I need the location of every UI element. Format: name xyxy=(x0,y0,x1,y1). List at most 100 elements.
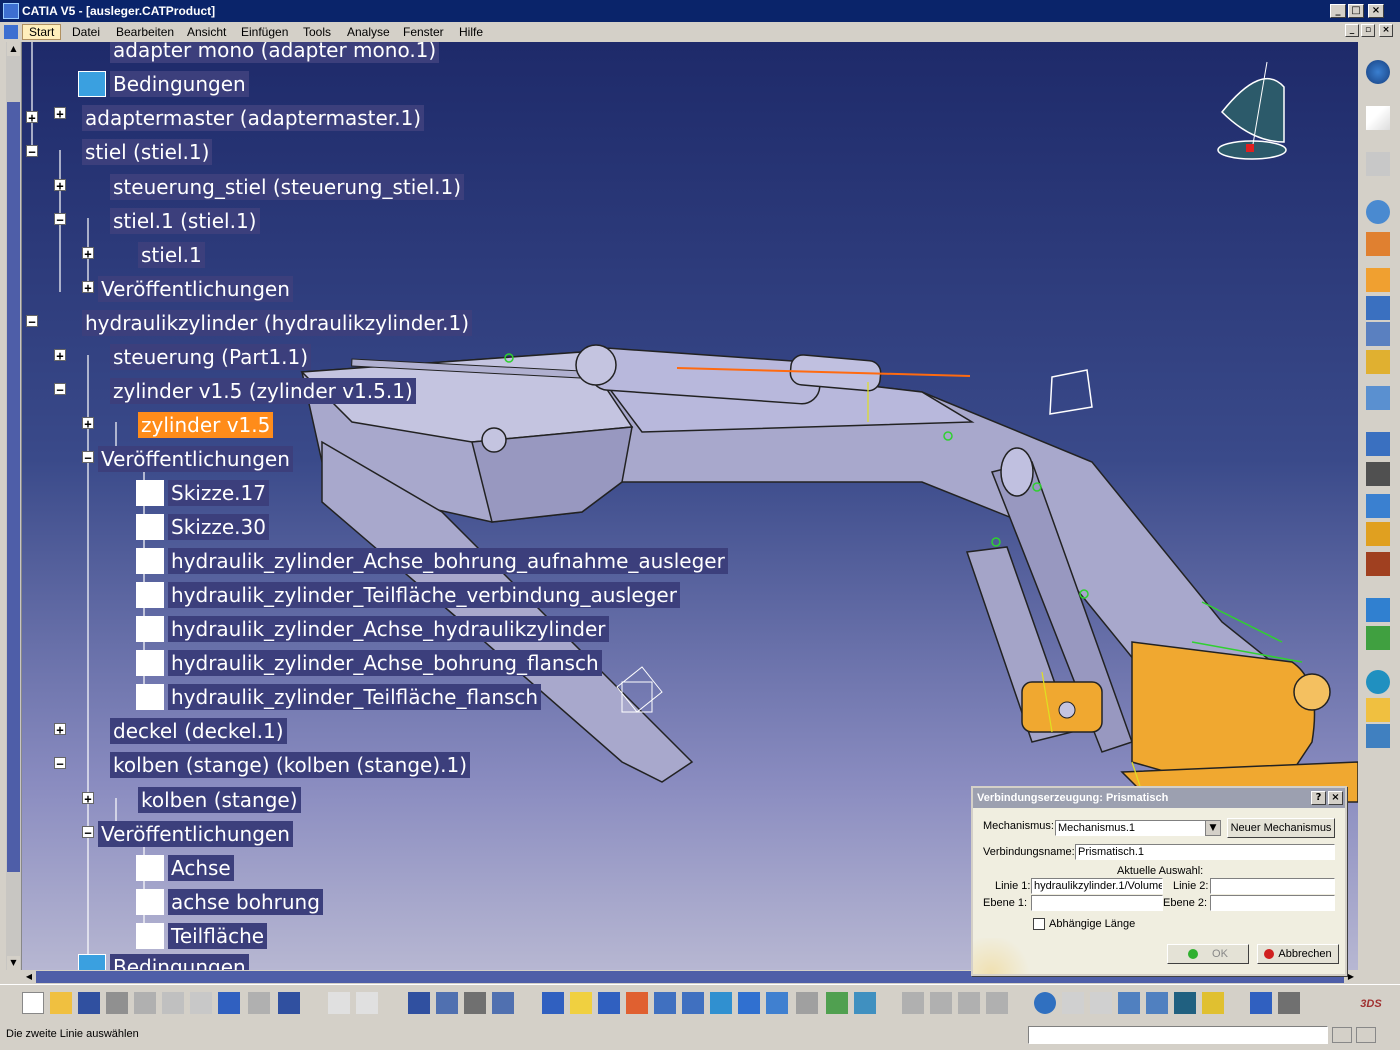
replay-icon[interactable] xyxy=(1366,462,1390,486)
search-icon[interactable] xyxy=(1118,992,1140,1014)
tree-node-stiel[interactable]: stiel (stiel.1) xyxy=(50,139,213,165)
simulation-icon[interactable] xyxy=(1366,386,1390,410)
tree-node-teilflaeche[interactable]: Teilfläche xyxy=(136,923,268,949)
collapse-icon[interactable]: − xyxy=(54,757,66,770)
linie2-input[interactable] xyxy=(1210,878,1335,894)
expand-icon[interactable]: + xyxy=(54,107,66,120)
speed-acceleration-icon[interactable] xyxy=(1366,522,1390,546)
tree-node-hydraulikzylinder[interactable]: hydraulikzylinder (hydraulikzylinder.1) xyxy=(50,310,473,336)
forward-icon[interactable] xyxy=(1090,992,1112,1014)
menu-ansicht[interactable]: Ansicht xyxy=(187,25,226,39)
fly-mode-icon[interactable] xyxy=(542,992,564,1014)
hide-show-icon[interactable] xyxy=(826,992,848,1014)
copy-icon[interactable] xyxy=(162,992,184,1014)
iso-view-icon[interactable] xyxy=(766,992,788,1014)
tree-node-kolben[interactable]: kolben (stange) xyxy=(106,787,301,813)
tree-node-adaptermaster[interactable]: adaptermaster (adaptermaster.1) xyxy=(50,105,425,131)
zoom-in-icon[interactable] xyxy=(654,992,676,1014)
gear-joint-icon[interactable] xyxy=(1366,322,1390,346)
abhaengige-laenge-checkbox[interactable] xyxy=(1033,918,1045,930)
law-icon[interactable] xyxy=(1366,698,1390,722)
open-folder-icon[interactable] xyxy=(50,992,72,1014)
compass-icon[interactable] xyxy=(1217,61,1287,160)
rotate-icon[interactable] xyxy=(626,992,648,1014)
tree-node-steuerung-stiel[interactable]: steuerung_stiel (steuerung_stiel.1) xyxy=(78,174,465,200)
tree-node-veroeffentlichungen[interactable]: Veröffentlichungen xyxy=(98,821,293,847)
prismatic-joint-icon[interactable] xyxy=(1366,232,1390,256)
tree-node-kolben-product[interactable]: kolben (stange) (kolben (stange).1) xyxy=(78,752,471,778)
rewind-icon[interactable] xyxy=(1062,992,1084,1014)
swept-volume-icon[interactable] xyxy=(1366,670,1390,694)
fit-all-icon[interactable] xyxy=(570,992,592,1014)
tree-node-zylinder-v15[interactable]: zylinder v1.5 xyxy=(106,412,274,438)
status-button-1[interactable] xyxy=(1332,1027,1352,1043)
trace-icon[interactable] xyxy=(1366,626,1390,650)
filter-icon[interactable] xyxy=(1146,992,1168,1014)
menu-datei[interactable]: Datei xyxy=(72,25,100,39)
save-icon[interactable] xyxy=(78,992,100,1014)
expand-icon[interactable]: + xyxy=(82,417,94,430)
paste-icon[interactable] xyxy=(190,992,212,1014)
flag-icon[interactable] xyxy=(1174,992,1196,1014)
menu-hilfe[interactable]: Hilfe xyxy=(459,25,483,39)
zoom-out-icon[interactable] xyxy=(682,992,704,1014)
help-button[interactable]: ? xyxy=(1311,791,1326,805)
menu-bearbeiten[interactable]: Bearbeiten xyxy=(116,25,174,39)
scroll-up-arrow[interactable]: ▲ xyxy=(7,42,20,56)
target-icon[interactable] xyxy=(1034,992,1056,1014)
scroll-down-arrow[interactable]: ▼ xyxy=(7,956,20,970)
verbindungsname-input[interactable]: Prismatisch.1 xyxy=(1075,844,1335,860)
doc-restore-button[interactable]: ▫ xyxy=(1361,24,1375,37)
tree-node-bedingungen[interactable]: Bedingungen xyxy=(78,71,249,97)
collapse-icon[interactable]: − xyxy=(54,383,66,396)
redo-icon[interactable] xyxy=(248,992,270,1014)
tree-node-skizze-30[interactable]: Skizze.30 xyxy=(136,514,269,540)
expand-icon[interactable]: + xyxy=(54,179,66,192)
select-arrow-icon[interactable] xyxy=(1366,106,1390,130)
abbrechen-button[interactable]: Abbrechen xyxy=(1257,944,1339,964)
tree-node-stiel-part[interactable]: stiel.1 xyxy=(106,242,205,268)
status-button-2[interactable] xyxy=(1356,1027,1376,1043)
tree-node-achse-bohrung-aufnahme[interactable]: hydraulik_zylinder_Achse_bohrung_aufnahm… xyxy=(136,548,728,574)
expand-icon[interactable]: + xyxy=(82,281,94,294)
tree-node-achse-bohrung-flansch[interactable]: hydraulik_zylinder_Achse_bohrung_flansch xyxy=(136,650,602,676)
measure-item-icon[interactable] xyxy=(958,992,980,1014)
compile-simulation-icon[interactable] xyxy=(1366,432,1390,456)
neuer-mechanismus-button[interactable]: Neuer Mechanismus xyxy=(1227,818,1335,838)
linie1-input[interactable]: hydraulikzylinder.1/Volume xyxy=(1031,878,1163,894)
menu-tools[interactable]: Tools xyxy=(303,25,331,39)
dialog-close-button[interactable]: × xyxy=(1328,791,1343,805)
mechanism-analysis-icon[interactable] xyxy=(1366,598,1390,622)
fixed-part-icon[interactable] xyxy=(1366,268,1390,292)
properties-icon[interactable] xyxy=(1278,992,1300,1014)
assembly-constraint-icon[interactable] xyxy=(1366,296,1390,320)
workbench-icon[interactable] xyxy=(1366,60,1390,84)
document-icon[interactable] xyxy=(4,25,18,39)
maximize-button[interactable]: □ xyxy=(1348,4,1364,18)
comment-icon[interactable] xyxy=(356,992,378,1014)
expand-icon[interactable]: + xyxy=(82,247,94,260)
measure-icon[interactable] xyxy=(902,992,924,1014)
menu-start[interactable]: Start xyxy=(22,24,62,40)
expand-icon[interactable]: + xyxy=(26,111,38,124)
expand-icon[interactable]: + xyxy=(54,723,66,736)
doc-close-button[interactable]: × xyxy=(1379,24,1393,37)
catalog-icon[interactable] xyxy=(492,992,514,1014)
formula-icon[interactable] xyxy=(328,992,350,1014)
revolute-joint-icon[interactable] xyxy=(1366,200,1390,224)
pan-icon[interactable] xyxy=(598,992,620,1014)
mechanismus-select[interactable]: Mechanismus.1 xyxy=(1055,820,1211,836)
collapse-icon[interactable]: − xyxy=(54,213,66,226)
multi-view-icon[interactable] xyxy=(738,992,760,1014)
minimize-button[interactable]: _ xyxy=(1330,4,1346,18)
tree-structure-icon[interactable] xyxy=(436,992,458,1014)
link-icon[interactable] xyxy=(1250,992,1272,1014)
sensor-icon[interactable] xyxy=(1366,494,1390,518)
chevron-down-icon[interactable]: ▼ xyxy=(1205,820,1221,836)
menu-analyse[interactable]: Analyse xyxy=(347,25,390,39)
doc-minimize-button[interactable]: _ xyxy=(1345,24,1359,37)
print-icon[interactable] xyxy=(106,992,128,1014)
table-icon[interactable] xyxy=(408,992,430,1014)
command-input[interactable] xyxy=(1028,1026,1328,1044)
tree-node-skizze-17[interactable]: Skizze.17 xyxy=(136,480,269,506)
